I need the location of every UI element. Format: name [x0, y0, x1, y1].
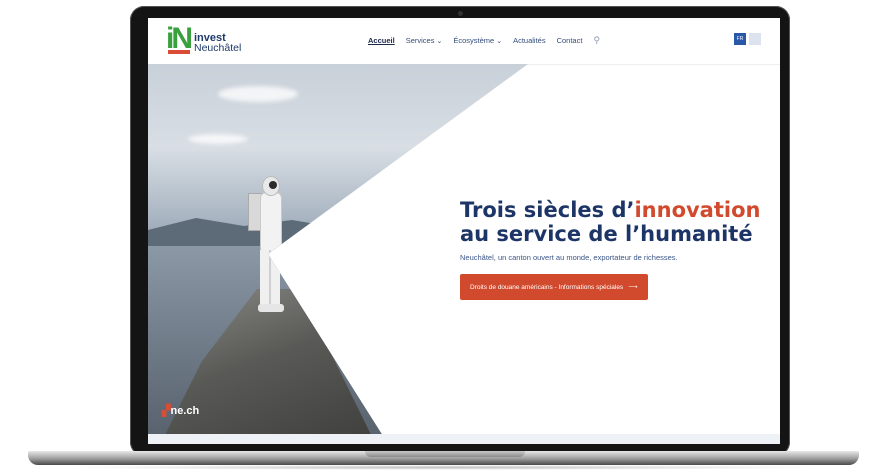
nav-item-accueil[interactable]: Accueil: [368, 36, 395, 45]
laptop-base-notch: [365, 451, 525, 457]
tariffs-info-button[interactable]: Droits de douane américains - Informatio…: [460, 274, 648, 300]
cloud: [218, 86, 298, 102]
nav-item-services-label: Services: [405, 36, 435, 45]
main-nav: Accueil Services ⌄ Écosystème ⌄ Actualités…: [368, 35, 600, 46]
hero-subtitle: Neuchâtel, un canton ouvert au monde, ex…: [460, 253, 678, 262]
astronaut-figure: [248, 176, 288, 316]
nav-item-contact[interactable]: Contact: [557, 36, 583, 45]
logo-bar: [168, 50, 190, 54]
astronaut-visor: [269, 181, 277, 189]
headline-accent: innovation: [634, 198, 761, 222]
hero-section: ▞ne.ch Trois siècles d’innovation au ser…: [148, 64, 780, 444]
nav-item-services[interactable]: Services ⌄: [406, 36, 443, 45]
cta-label: Droits de douane américains - Informatio…: [470, 284, 624, 291]
arrow-right-icon: ⟶: [628, 284, 638, 291]
ne-ch-badge[interactable]: ▞ne.ch: [162, 404, 199, 417]
lang-en-button[interactable]: EN: [749, 33, 761, 45]
laptop-screen: iN invest Neuchâtel Accueil Services ⌄ Éc…: [148, 18, 780, 444]
lang-fr-button[interactable]: FR: [734, 33, 746, 45]
next-section-strip: [148, 434, 780, 444]
search-icon[interactable]: ⚲: [593, 35, 600, 46]
nav-item-actualites[interactable]: Actualités: [513, 36, 546, 45]
ne-ch-badge-text: ne.ch: [170, 405, 200, 417]
chevron-down-icon: ⌄: [436, 38, 443, 45]
headline-line2: au service de l’humanité: [460, 222, 753, 246]
headline-part1: Trois siècles d’: [460, 198, 635, 222]
chevron-down-icon: ⌄: [496, 38, 503, 45]
astronaut-boots: [258, 304, 284, 312]
nav-item-ecosysteme[interactable]: Écosystème ⌄: [453, 36, 502, 45]
hero-text-block: Trois siècles d’innovation au service de…: [460, 198, 770, 300]
cloud: [188, 134, 248, 144]
logo-text: invest Neuchâtel: [194, 33, 242, 54]
logo-line2: Neuchâtel: [194, 42, 242, 54]
laptop-shadow: [60, 465, 827, 470]
astronaut-legs: [260, 250, 280, 306]
nav-item-ecosysteme-label: Écosystème: [453, 36, 495, 45]
site-header: iN invest Neuchâtel Accueil Services ⌄ Éc…: [148, 18, 780, 65]
hero-headline: Trois siècles d’innovation au service de…: [460, 198, 770, 246]
camera-dot: [458, 11, 463, 16]
astronaut-body: [260, 192, 282, 254]
language-switcher: FR EN: [734, 33, 761, 45]
